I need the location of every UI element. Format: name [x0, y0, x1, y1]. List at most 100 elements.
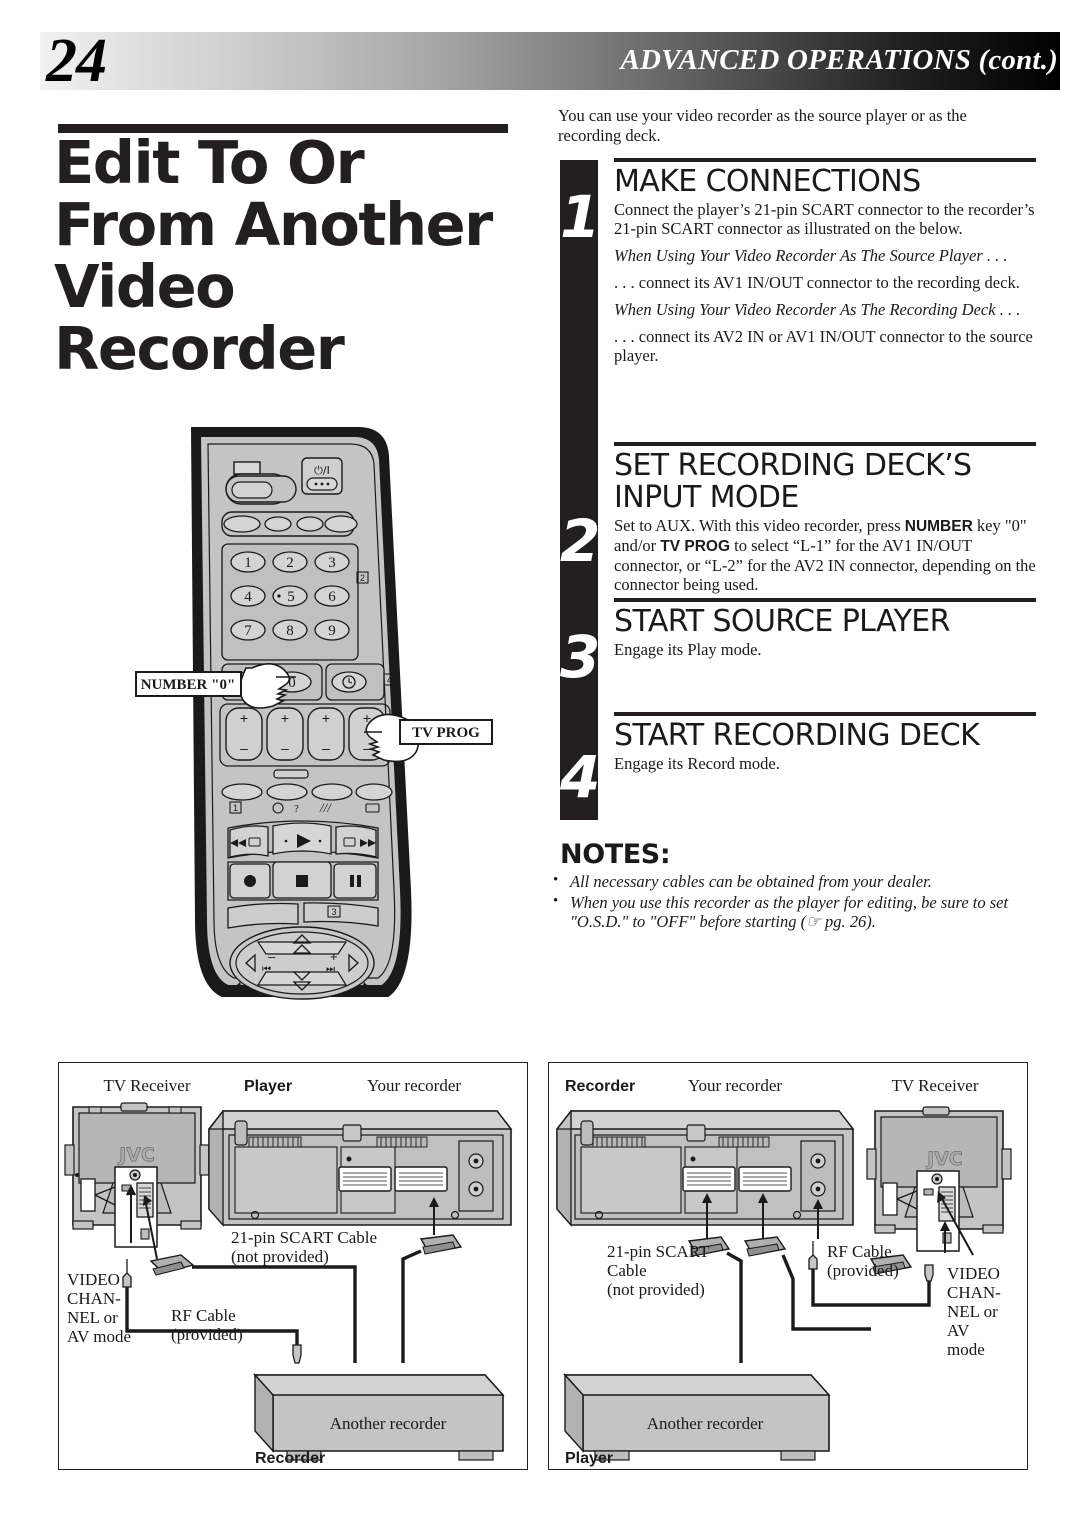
step-1-rule [614, 158, 1036, 162]
rf-plug-recorder-left [292, 1344, 302, 1364]
small-tab [273, 769, 309, 779]
step-1-sub-1-body: . . . connect its AV1 IN/OUT connector t… [614, 273, 1020, 292]
page-number: 24 [46, 27, 107, 95]
right-video-mode-l5: mode [947, 1340, 985, 1359]
note-item: When you use this recorder as the player… [553, 892, 1043, 932]
step-1-body: Connect the player’s 21-pin SCART connec… [614, 200, 1035, 238]
remote-led [233, 461, 261, 475]
left-video-mode-l2: CHAN- [67, 1289, 121, 1308]
aux-button-2 [266, 783, 308, 801]
left-diagram-your-recorder-label: Your recorder [367, 1076, 461, 1095]
step-number-1: 1 [560, 183, 601, 251]
right-video-mode-l2: CHAN- [947, 1283, 1001, 1302]
volume-up-label: + [330, 949, 338, 964]
step-4-rule [614, 712, 1036, 716]
page-header: 24 ADVANCED OPERATIONS (cont.) [0, 27, 1080, 95]
tape-speed-icon: /// [319, 800, 332, 815]
right-cables [687, 1236, 934, 1363]
vcr-top-left [208, 1110, 513, 1227]
left-rf-label-l2: (provided) [171, 1325, 243, 1344]
number-key-8-label: 8 [286, 623, 294, 639]
step-1-sub-1-title: When Using Your Video Recorder As The So… [614, 246, 1008, 265]
next-track-icon: ⏭ [326, 964, 335, 975]
right-diagram-recorder-label: Recorder [565, 1078, 635, 1095]
number-key-9-label: 9 [328, 623, 336, 639]
step-1-heading: MAKE CONNECTIONS [614, 164, 921, 199]
vcr-top-right [556, 1110, 855, 1227]
right-scart-label-l3: (not provided) [607, 1280, 705, 1299]
scart-socket-av2-left [394, 1166, 448, 1192]
step-3-rule [614, 598, 1036, 602]
display-window [231, 481, 273, 499]
intro-paragraph: You can use your video recorder as the s… [558, 106, 967, 145]
scart-cable-right-1 [726, 1251, 743, 1363]
scart-socket-av1-right [682, 1166, 736, 1192]
step-3: START SOURCE PLAYER Engage its Play mode… [614, 598, 1038, 667]
right-bottom-device-label: Another recorder [647, 1414, 764, 1433]
pause-icon [350, 875, 354, 887]
left-video-mode-l3: NEL or [67, 1308, 118, 1327]
stop-icon [296, 875, 308, 887]
tv-receiver-left: JVC [64, 1102, 210, 1260]
number-key-5-label: 5 [287, 589, 295, 605]
function-button-3 [296, 516, 324, 532]
left-bottom-device-label: Another recorder [330, 1414, 447, 1433]
step-1-sub-2-body: . . . connect its AV2 IN or AV1 IN/OUT c… [614, 327, 1033, 365]
svg-text:–: – [322, 740, 330, 756]
page-title: Edit To Or From Another Video Recorder [54, 128, 493, 383]
right-video-mode-l4: AV [947, 1321, 970, 1340]
remote-control-illustration: ⏻/I 1 2 3 4 5 6 7 8 9 2 0 4 + + + + – – … [135, 420, 530, 1010]
step-number-2: 2 [560, 507, 601, 575]
aux-button-3 [311, 783, 353, 801]
step-number-bar [560, 160, 598, 820]
step-number-4: 4 [560, 743, 601, 811]
notes-title: NOTES: [560, 839, 671, 870]
function-button-2 [264, 516, 292, 532]
volume-down-label: – [268, 949, 276, 964]
svg-text:–: – [240, 740, 248, 756]
left-video-mode-l1: VIDEO [67, 1270, 120, 1289]
step-4-heading: START RECORDING DECK [614, 718, 980, 753]
another-recorder-left: Another recorder [253, 1373, 505, 1461]
callout-tv-prog-label: TV PROG [412, 725, 480, 741]
right-video-mode-l1: VIDEO [947, 1264, 1000, 1283]
help-icon: ? [294, 803, 299, 815]
svg-text:1: 1 [233, 803, 238, 813]
step-2: SET RECORDING DECK’S INPUT MODE Set to A… [614, 442, 1038, 602]
aux-button-4 [355, 783, 393, 801]
left-diagram-player-label: Player [244, 1078, 292, 1095]
number-key-4-label: 4 [244, 589, 252, 605]
svg-text:+: + [322, 710, 330, 726]
svg-text:3: 3 [331, 907, 336, 917]
marker-2-label: 2 [360, 573, 365, 583]
rf-plug-tv-left [122, 1259, 132, 1288]
right-scart-label-l2: Cable [607, 1261, 647, 1280]
step-3-heading: START SOURCE PLAYER [614, 604, 951, 639]
manual-page: 24 ADVANCED OPERATIONS (cont.) Edit To O… [0, 0, 1080, 1526]
scart-socket-av2-right [738, 1166, 792, 1192]
right-video-mode-l3: NEL or [947, 1302, 998, 1321]
note-item: All necessary cables can be obtained fro… [553, 871, 1043, 892]
number-key-2-label: 2 [286, 555, 294, 571]
tv-receiver-right: JVC [866, 1106, 1012, 1256]
callout-number-zero-label: NUMBER "0" [141, 677, 236, 693]
rf-plug-tv-right [924, 1264, 934, 1282]
navigation-pad: – ⏮ + ⏭ [229, 926, 375, 1000]
section-title: ADVANCED OPERATIONS (cont.) [620, 44, 1058, 76]
left-video-mode-l4: AV mode [67, 1327, 131, 1346]
step-4: START RECORDING DECK Engage its Record m… [614, 712, 1038, 781]
source-player-diagram: TV Receiver Player Your recorder JVC 21-… [58, 1062, 528, 1470]
notes-list: All necessary cables can be obtained fro… [553, 871, 1043, 933]
step-2-body-pre: Set to AUX. With this video recorder, pr… [614, 516, 905, 535]
step-4-body: Engage its Record mode. [614, 754, 780, 773]
step-2-body: Set to AUX. With this video recorder, pr… [614, 516, 1038, 594]
another-recorder-right: Another recorder [563, 1373, 831, 1461]
svg-text:+: + [240, 710, 248, 726]
recording-deck-diagram: Recorder Your recorder TV Receiver JVC 2… [548, 1062, 1028, 1470]
record-icon [244, 875, 256, 887]
left-rf-label-l1: RF Cable [171, 1306, 236, 1325]
svg-text:–: – [281, 740, 289, 756]
jvc-logo-right: JVC [925, 1148, 963, 1170]
number-key-1-label: 1 [244, 555, 252, 571]
right-rf-label-l1: RF Cable [827, 1242, 892, 1261]
